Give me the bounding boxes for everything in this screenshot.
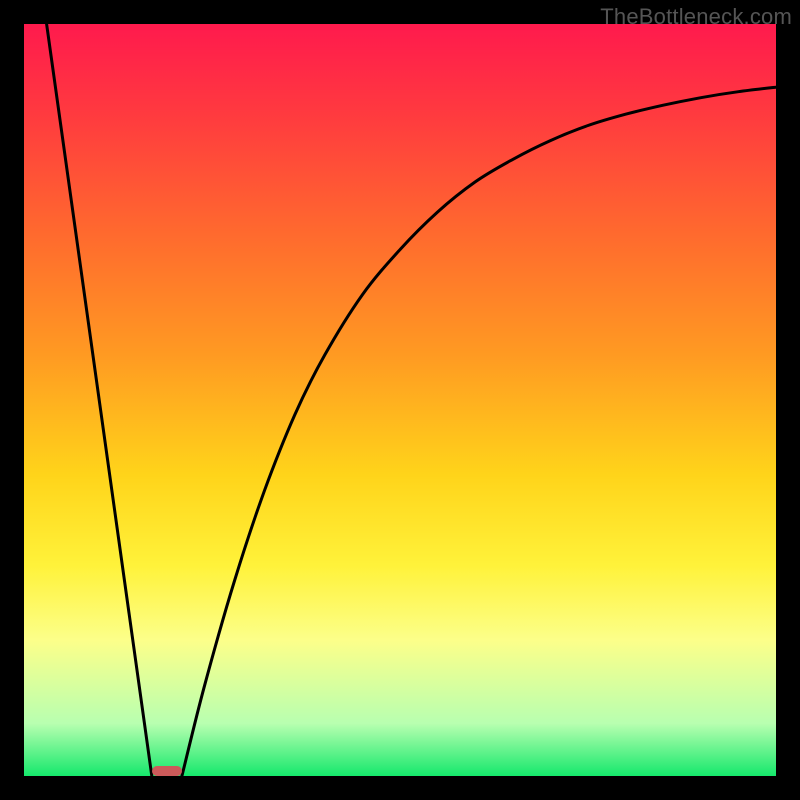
optimum-marker [152, 766, 182, 776]
watermark-text: TheBottleneck.com [600, 4, 792, 30]
bottleneck-curve [24, 24, 776, 776]
plot-area [24, 24, 776, 776]
curve-left-segment [47, 24, 152, 776]
curve-right-segment [182, 87, 776, 776]
chart-frame: TheBottleneck.com [0, 0, 800, 800]
